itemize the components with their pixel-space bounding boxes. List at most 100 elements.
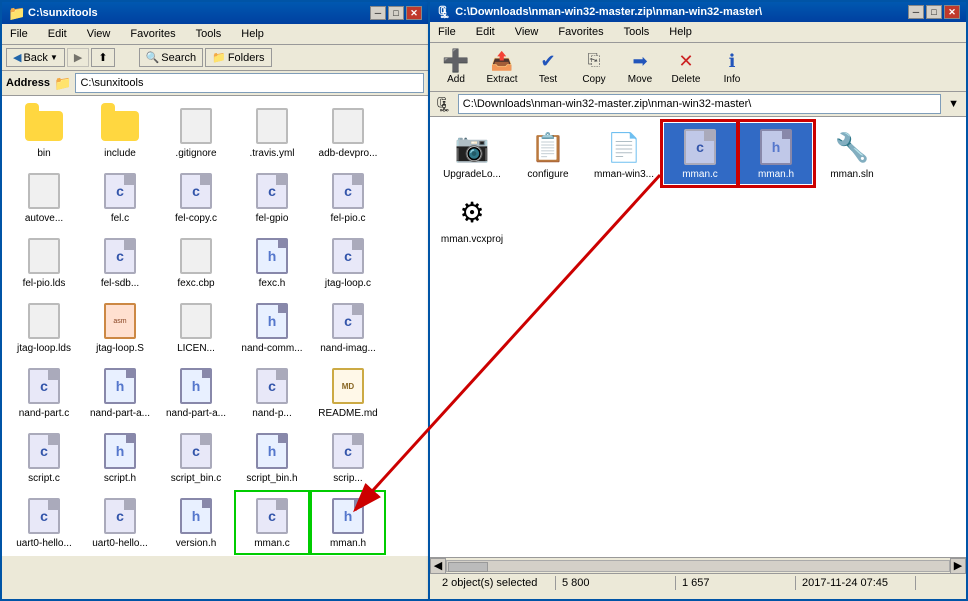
address-dropdown-icon[interactable]: ▼ (945, 98, 962, 110)
back-label: Back (23, 52, 47, 64)
file-nand-comm[interactable]: h nand-comm... (236, 297, 308, 358)
search-label: Search (161, 52, 196, 64)
file-include[interactable]: include (84, 102, 156, 163)
info-button[interactable]: ℹ Info (710, 46, 754, 88)
left-file-area: bin include .gitignore .travis.yml adb-d… (2, 96, 428, 556)
file-jtag-loop-c[interactable]: c jtag-loop.c (312, 232, 384, 293)
status-size2: 1 657 (676, 576, 796, 590)
right-menu-file[interactable]: File (434, 24, 460, 40)
left-toolbar: ◀ Back ▼ ▶ ⬆ 🔍 Search 📁 Folders (2, 45, 428, 71)
right-window-title: C:\Downloads\nman-win32-master.zip\nman-… (455, 6, 762, 18)
file-fel-pio-c[interactable]: c fel-pio.c (312, 167, 384, 228)
file-travis[interactable]: .travis.yml (236, 102, 308, 163)
file-fel-gpio[interactable]: c fel-gpio (236, 167, 308, 228)
scroll-right-btn[interactable]: ▶ (950, 558, 966, 574)
file-script-bin-c[interactable]: c script_bin.c (160, 427, 232, 488)
copy-button[interactable]: ⎘ Copy (572, 46, 616, 88)
file-fexc-cbp[interactable]: fexc.cbp (160, 232, 232, 293)
menu-favorites[interactable]: Favorites (126, 26, 179, 42)
file-mman-c-left[interactable]: c mman.c (236, 492, 308, 553)
status-size1: 5 800 (556, 576, 676, 590)
right-menu-view[interactable]: View (511, 24, 543, 40)
file-nand-part-c[interactable]: c nand-part.c (8, 362, 80, 423)
file-jtag-loop-lds[interactable]: jtag-loop.lds (8, 297, 80, 358)
file-jtag-loop-s[interactable]: asm jtag-loop.S (84, 297, 156, 358)
right-status-bar: 2 object(s) selected 5 800 1 657 2017-11… (430, 573, 966, 592)
file-script-bin-h[interactable]: h script_bin.h (236, 427, 308, 488)
file-licen[interactable]: LICEN... (160, 297, 232, 358)
minimize-button[interactable]: ─ (370, 6, 386, 20)
file-fel-c[interactable]: c fel.c (84, 167, 156, 228)
file-fexc-h[interactable]: h fexc.h (236, 232, 308, 293)
folders-label: Folders (228, 52, 265, 64)
file-nand-part-a2[interactable]: h nand-part-a... (160, 362, 232, 423)
menu-view[interactable]: View (83, 26, 115, 42)
test-icon: ✔ (540, 51, 555, 72)
left-window-title: C:\sunxitools (28, 7, 98, 19)
right-maximize-button[interactable]: □ (926, 5, 942, 19)
file-nand-p[interactable]: c nand-p... (236, 362, 308, 423)
file-mman-h-right[interactable]: h mman.h (740, 123, 812, 184)
add-icon: ➕ (442, 48, 469, 74)
menu-file[interactable]: File (6, 26, 32, 42)
file-mman-c-right[interactable]: c mman.c (664, 123, 736, 184)
file-uart0-hello1[interactable]: c uart0-hello... (8, 492, 80, 553)
file-mman-sln[interactable]: 🔧 mman.sln (816, 123, 888, 184)
right-menu-tools[interactable]: Tools (620, 24, 654, 40)
scroll-left-btn[interactable]: ◀ (430, 558, 446, 574)
forward-button[interactable]: ▶ (67, 48, 89, 67)
test-button[interactable]: ✔ Test (526, 46, 570, 88)
test-label: Test (539, 74, 557, 85)
add-button[interactable]: ➕ Add (434, 46, 478, 88)
file-script-c[interactable]: c script.c (8, 427, 80, 488)
right-menu-help[interactable]: Help (665, 24, 696, 40)
file-mman-win3[interactable]: 📄 mman-win3... (588, 123, 660, 184)
back-button[interactable]: ◀ Back ▼ (6, 48, 65, 67)
folders-button[interactable]: 📁 Folders (205, 48, 271, 67)
status-date: 2017-11-24 07:45 (796, 576, 916, 590)
maximize-button[interactable]: □ (388, 6, 404, 20)
mman-sln-icon: 🔧 (835, 131, 870, 164)
file-mman-vcxproj[interactable]: ⚙ mman.vcxproj (436, 188, 508, 249)
file-upgradelogo[interactable]: 📷 UpgradeLo... (436, 123, 508, 184)
add-label: Add (447, 74, 465, 85)
right-minimize-button[interactable]: ─ (908, 5, 924, 19)
file-uart0-hello2[interactable]: c uart0-hello... (84, 492, 156, 553)
folder-icon: 📁 (8, 5, 24, 21)
menu-tools[interactable]: Tools (192, 26, 226, 42)
move-button[interactable]: ➡ Move (618, 46, 662, 88)
right-address-input[interactable] (458, 94, 941, 114)
close-button[interactable]: ✕ (406, 6, 422, 20)
file-adb[interactable]: adb-devpro... (312, 102, 384, 163)
menu-help[interactable]: Help (237, 26, 268, 42)
file-mman-h-left[interactable]: h mman.h (312, 492, 384, 553)
delete-button[interactable]: ✕ Delete (664, 46, 708, 88)
file-nand-imag[interactable]: c nand-imag... (312, 297, 384, 358)
delete-label: Delete (672, 74, 701, 85)
file-fel-sdb[interactable]: c fel-sdb... (84, 232, 156, 293)
menu-edit[interactable]: Edit (44, 26, 71, 42)
file-fel-pio-lds[interactable]: fel-pio.lds (8, 232, 80, 293)
file-scrip[interactable]: c scrip... (312, 427, 384, 488)
file-version-h[interactable]: h version.h (160, 492, 232, 553)
right-menu-favorites[interactable]: Favorites (554, 24, 607, 40)
extract-button[interactable]: 📤 Extract (480, 46, 524, 88)
mman-win3-icon: 📄 (607, 131, 642, 164)
right-menu-edit[interactable]: Edit (472, 24, 499, 40)
file-script-h[interactable]: h script.h (84, 427, 156, 488)
right-file-area: 📷 UpgradeLo... 📋 configure 📄 mman-win3..… (430, 117, 966, 557)
file-autove[interactable]: autove... (8, 167, 80, 228)
up-button[interactable]: ⬆ (91, 48, 114, 67)
right-scrollbar[interactable]: ◀ ▶ (430, 557, 966, 573)
left-address-input[interactable] (75, 73, 424, 93)
file-gitignore[interactable]: .gitignore (160, 102, 232, 163)
search-button[interactable]: 🔍 Search (139, 48, 204, 67)
file-bin[interactable]: bin (8, 102, 80, 163)
file-nand-part-a1[interactable]: h nand-part-a... (84, 362, 156, 423)
right-close-button[interactable]: ✕ (944, 5, 960, 19)
file-configure[interactable]: 📋 configure (512, 123, 584, 184)
file-fel-copy[interactable]: c fel-copy.c (160, 167, 232, 228)
left-window: 📁 C:\sunxitools ─ □ ✕ File Edit View Fav… (0, 0, 430, 601)
file-readme[interactable]: MD README.md (312, 362, 384, 423)
info-icon: ℹ (729, 51, 736, 72)
